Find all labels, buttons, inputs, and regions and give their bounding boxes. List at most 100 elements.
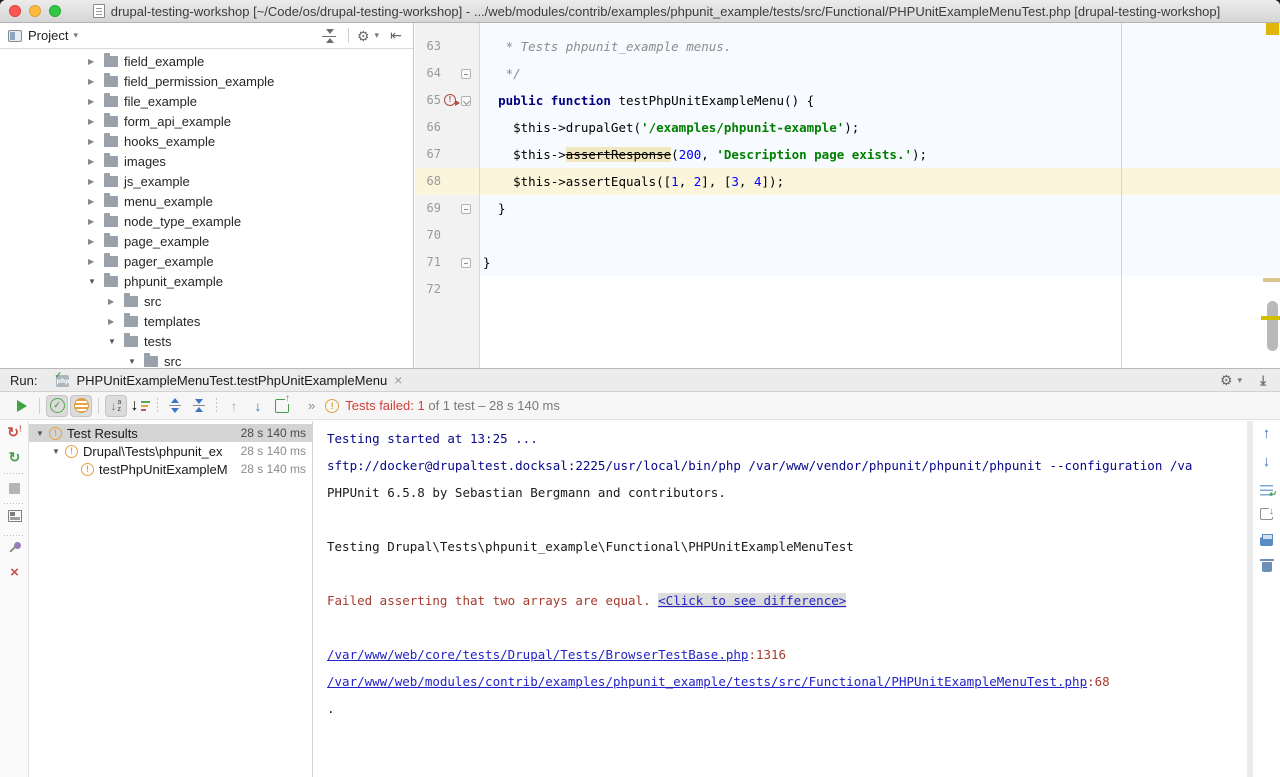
chevron-collapsed-icon[interactable]: ▶ bbox=[88, 57, 102, 66]
scroll-to-end-button[interactable] bbox=[1253, 507, 1280, 525]
previous-occurrence-button[interactable]: ↑ bbox=[1253, 425, 1280, 442]
console-link[interactable]: /var/www/web/modules/contrib/examples/ph… bbox=[327, 674, 1087, 689]
chevron-collapsed-icon[interactable]: ▶ bbox=[88, 157, 102, 166]
show-passed-toggle[interactable]: ✓ bbox=[46, 395, 68, 417]
project-tree-item-field_example[interactable]: ▶field_example bbox=[0, 51, 413, 71]
run-configuration-tab[interactable]: php ✓ PHPUnitExampleMenuTest.testPhpUnit… bbox=[55, 373, 402, 388]
chevron-expanded-icon[interactable]: ▼ bbox=[36, 429, 49, 438]
console-link[interactable]: /var/www/web/core/tests/Drupal/Tests/Bro… bbox=[327, 647, 748, 662]
hide-run-panel-button[interactable]: ⇤ bbox=[1254, 372, 1272, 388]
project-tree-item-field_permission_example[interactable]: ▶field_permission_example bbox=[0, 71, 413, 91]
project-view-dropdown-icon[interactable]: ▾ bbox=[73, 30, 78, 41]
project-tree-item-file_example[interactable]: ▶file_example bbox=[0, 91, 413, 111]
run-settings-button[interactable]: ⚙▾ bbox=[1222, 372, 1240, 388]
test-console[interactable]: Testing started at 13:25 ...sftp://docke… bbox=[313, 421, 1280, 777]
project-tree-item-form_api_example[interactable]: ▶form_api_example bbox=[0, 111, 413, 131]
folder-icon bbox=[104, 276, 118, 287]
rerun-tests-button[interactable]: ↻ bbox=[0, 449, 29, 466]
folder-icon bbox=[104, 216, 118, 227]
expand-all-button[interactable] bbox=[164, 395, 186, 417]
chevron-collapsed-icon[interactable]: ▶ bbox=[88, 237, 102, 246]
error-stripe-mark[interactable] bbox=[1263, 278, 1280, 282]
print-button[interactable] bbox=[1253, 533, 1280, 551]
project-tree-item-tests[interactable]: ▼tests bbox=[0, 331, 413, 351]
chevron-expanded-icon[interactable]: ▼ bbox=[52, 447, 65, 456]
chevron-collapsed-icon[interactable]: ▶ bbox=[108, 297, 122, 306]
locate-file-button[interactable] bbox=[320, 28, 338, 44]
next-occurrence-button[interactable]: ↓ bbox=[1253, 453, 1280, 470]
stop-button[interactable] bbox=[0, 481, 29, 499]
fold-marker-icon[interactable] bbox=[461, 96, 471, 106]
warning-icon: ! bbox=[325, 399, 339, 413]
inspection-status-indicator[interactable] bbox=[1266, 23, 1279, 35]
project-tree-item-node_type_example[interactable]: ▶node_type_example bbox=[0, 211, 413, 231]
test-tree-item[interactable]: ▼!Drupal\Tests\phpunit_ex28 s 140 ms bbox=[29, 442, 312, 460]
close-tab-icon[interactable]: × bbox=[394, 373, 402, 387]
project-tree-item-hooks_example[interactable]: ▶hooks_example bbox=[0, 131, 413, 151]
project-tree-item-menu_example[interactable]: ▶menu_example bbox=[0, 191, 413, 211]
project-tree-item-images[interactable]: ▶images bbox=[0, 151, 413, 171]
close-window-button[interactable] bbox=[9, 5, 21, 17]
console-link[interactable]: <Click to see difference> bbox=[658, 593, 846, 608]
editor-scrollbar-thumb[interactable] bbox=[1267, 301, 1278, 351]
pin-tab-button[interactable] bbox=[0, 541, 29, 560]
chevron-collapsed-icon[interactable]: ▶ bbox=[88, 137, 102, 146]
next-failed-test-button[interactable]: ↓ bbox=[247, 395, 269, 417]
test-history-button[interactable] bbox=[271, 395, 293, 417]
line-number: 70 bbox=[415, 222, 441, 249]
fold-marker-icon[interactable] bbox=[461, 204, 471, 214]
test-failed-gutter-icon[interactable]: ! bbox=[444, 94, 456, 106]
code-editor[interactable]: 63 * Tests phpunit_example menus.64 */65… bbox=[415, 23, 1280, 368]
soft-wrap-button[interactable] bbox=[1253, 483, 1280, 501]
editor-line-70: 70 bbox=[415, 222, 1280, 249]
project-tree-item-page_example[interactable]: ▶page_example bbox=[0, 231, 413, 251]
minimize-window-button[interactable] bbox=[29, 5, 41, 17]
chevron-expanded-icon[interactable]: ▼ bbox=[108, 337, 122, 346]
fold-marker-icon[interactable] bbox=[461, 258, 471, 268]
chevron-expanded-icon[interactable]: ▼ bbox=[128, 357, 142, 366]
project-tree-item-pager_example[interactable]: ▶pager_example bbox=[0, 251, 413, 271]
chevron-collapsed-icon[interactable]: ▶ bbox=[88, 217, 102, 226]
project-tree: ▶field_example▶field_permission_example▶… bbox=[0, 49, 413, 368]
editor-gutter: 65! bbox=[415, 87, 480, 114]
chevron-collapsed-icon[interactable]: ▶ bbox=[88, 257, 102, 266]
test-tree-item[interactable]: ▼!testPhpUnitExampleM28 s 140 ms bbox=[29, 460, 312, 478]
project-tree-item-templates[interactable]: ▶templates bbox=[0, 311, 413, 331]
project-tree-item-js_example[interactable]: ▶js_example bbox=[0, 171, 413, 191]
console-text: sftp://docker@drupaltest.docksal:2225/us… bbox=[327, 458, 1192, 473]
chevron-collapsed-icon[interactable]: ▶ bbox=[108, 317, 122, 326]
warning-stripe-mark[interactable] bbox=[1261, 316, 1280, 320]
test-duration: 28 s 140 ms bbox=[241, 462, 312, 476]
project-settings-button[interactable]: ⚙▾ bbox=[359, 28, 377, 44]
clear-all-button[interactable] bbox=[1253, 559, 1280, 577]
chevron-collapsed-icon[interactable]: ▶ bbox=[88, 177, 102, 186]
sort-alphabetically-toggle[interactable]: ↓az bbox=[105, 395, 127, 417]
show-ignored-toggle[interactable] bbox=[70, 395, 92, 417]
sort-by-duration-toggle[interactable]: ↓ bbox=[129, 395, 151, 417]
chevron-expanded-icon[interactable]: ▼ bbox=[88, 277, 102, 286]
editor-gutter bbox=[415, 23, 480, 33]
editor-gutter: 63 bbox=[415, 33, 480, 60]
test-tree-item[interactable]: ▼!Test Results28 s 140 ms bbox=[29, 424, 312, 442]
more-actions-chevrons-icon[interactable]: » bbox=[308, 398, 315, 413]
chevron-collapsed-icon[interactable]: ▶ bbox=[88, 77, 102, 86]
chevron-collapsed-icon[interactable]: ▶ bbox=[88, 117, 102, 126]
hide-project-panel-button[interactable]: ⇤ bbox=[387, 28, 405, 44]
close-run-panel-button[interactable]: × bbox=[0, 565, 29, 580]
project-tree-item-src[interactable]: ▶src bbox=[0, 291, 413, 311]
fold-marker-icon[interactable] bbox=[461, 69, 471, 79]
project-tree-item-phpunit_example[interactable]: ▼phpunit_example bbox=[0, 271, 413, 291]
previous-failed-test-button[interactable]: ↑ bbox=[223, 395, 245, 417]
code-text bbox=[480, 222, 1280, 249]
project-tool-window-icon bbox=[8, 30, 22, 42]
rerun-failed-tests-button[interactable]: ↻! bbox=[0, 424, 29, 441]
chevron-collapsed-icon[interactable]: ▶ bbox=[88, 197, 102, 206]
chevron-collapsed-icon[interactable]: ▶ bbox=[88, 97, 102, 106]
project-tree-item-src[interactable]: ▼src bbox=[0, 351, 413, 368]
restore-layout-button[interactable] bbox=[0, 509, 29, 527]
zoom-window-button[interactable] bbox=[49, 5, 61, 17]
collapse-all-button[interactable] bbox=[188, 395, 210, 417]
code-text: public function testPhpUnitExampleMenu()… bbox=[480, 87, 1280, 114]
rerun-button[interactable] bbox=[11, 395, 33, 417]
folder-icon bbox=[144, 356, 158, 367]
